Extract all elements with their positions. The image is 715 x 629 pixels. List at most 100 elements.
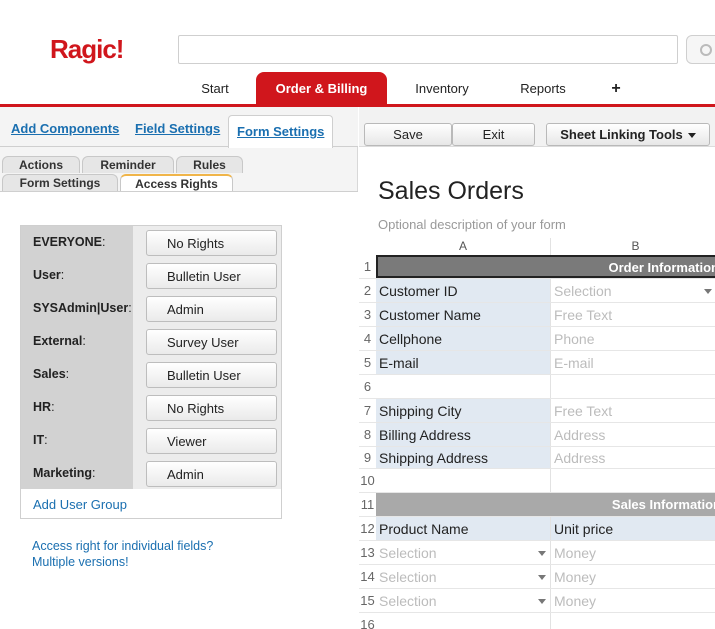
search-input[interactable] — [178, 35, 678, 64]
row-number: 12 — [359, 517, 376, 540]
field-input[interactable]: Money — [551, 565, 715, 588]
tab-start[interactable]: Start — [180, 72, 250, 105]
empty-cell[interactable] — [376, 375, 551, 398]
group-label: Sales: — [33, 367, 70, 381]
field-label[interactable]: Cellphone — [376, 327, 551, 350]
table-row: 15 Selection Money — [359, 589, 715, 613]
tab-field-settings[interactable]: Field Settings — [135, 121, 220, 136]
table-row: 13 Selection Money — [359, 541, 715, 565]
access-right-button[interactable]: Bulletin User — [146, 263, 277, 289]
field-input[interactable]: E-mail — [551, 351, 715, 374]
column-header-b: B — [551, 238, 715, 255]
access-right-button[interactable]: Survey User — [146, 329, 277, 355]
access-right-button[interactable]: Viewer — [146, 428, 277, 454]
chevron-down-icon — [704, 289, 712, 294]
tab-rules[interactable]: Rules — [176, 156, 243, 173]
section-header[interactable]: Sales Information — [376, 493, 715, 516]
tab-add-components[interactable]: Add Components — [11, 121, 119, 136]
search-icon — [700, 44, 712, 56]
row-number: 6 — [359, 375, 376, 398]
tab-inventory[interactable]: Inventory — [400, 72, 484, 105]
empty-cell[interactable] — [551, 613, 715, 629]
empty-cell[interactable] — [551, 469, 715, 492]
field-input[interactable]: Address — [551, 447, 715, 468]
field-input[interactable]: Free Text — [551, 399, 715, 422]
table-row: 3 Customer Name Free Text — [359, 303, 715, 327]
access-right-button[interactable]: Admin — [146, 296, 277, 322]
field-label[interactable]: Shipping City — [376, 399, 551, 422]
field-input[interactable]: Address — [551, 423, 715, 446]
access-rights-table: EVERYONE: User: SYSAdmin|User: External:… — [20, 225, 282, 519]
tab-form-settings-sub[interactable]: Form Settings — [2, 174, 118, 191]
access-right-button[interactable]: No Rights — [146, 230, 277, 256]
add-tab-button[interactable]: + — [600, 72, 632, 105]
user-group-column: EVERYONE: User: SYSAdmin|User: External:… — [21, 226, 133, 489]
table-row: 14 Selection Money — [359, 565, 715, 589]
group-label: IT: — [33, 433, 48, 447]
field-label[interactable]: Shipping Address — [376, 447, 551, 468]
row-number: 15 — [359, 589, 376, 612]
field-placeholder: Selection — [379, 593, 437, 609]
group-label: SYSAdmin|User: — [33, 301, 132, 315]
table-row: 6 — [359, 375, 715, 399]
form-preview: Save Exit Sheet Linking Tools Sales Orde… — [359, 107, 715, 629]
field-label[interactable]: Product Name — [376, 517, 551, 540]
field-label[interactable]: Billing Address — [376, 423, 551, 446]
multiple-versions-link[interactable]: Multiple versions! — [32, 555, 129, 569]
access-right-button[interactable]: Bulletin User — [146, 362, 277, 388]
column-header-a: A — [376, 238, 551, 255]
tab-reports[interactable]: Reports — [508, 72, 578, 105]
access-right-button[interactable]: Admin — [146, 461, 277, 487]
form-description[interactable]: Optional description of your form — [378, 217, 566, 232]
field-access-help-link[interactable]: Access right for individual fields? — [32, 539, 213, 553]
row-number: 4 — [359, 327, 376, 350]
field-input[interactable]: Free Text — [551, 303, 715, 326]
field-input[interactable]: Phone — [551, 327, 715, 350]
group-label: User: — [33, 268, 65, 282]
empty-cell[interactable] — [551, 375, 715, 398]
field-label[interactable]: E-mail — [376, 351, 551, 374]
row-number: 10 — [359, 469, 376, 492]
table-row: 16 — [359, 613, 715, 629]
main-tabs: Start Order & Billing Inventory Reports … — [0, 72, 715, 106]
tab-reminder[interactable]: Reminder — [82, 156, 174, 173]
field-input[interactable]: Money — [551, 541, 715, 564]
field-input[interactable]: Selection — [376, 541, 551, 564]
field-placeholder: Selection — [554, 283, 612, 299]
table-row: 5 E-mail E-mail — [359, 351, 715, 375]
tab-access-rights[interactable]: Access Rights — [120, 174, 233, 191]
field-input[interactable]: Selection — [551, 279, 715, 302]
row-number: 5 — [359, 351, 376, 374]
form-title[interactable]: Sales Orders — [378, 177, 524, 206]
search-button[interactable] — [686, 35, 715, 64]
table-row: 10 — [359, 469, 715, 493]
empty-cell[interactable] — [376, 613, 551, 629]
row-number: 1 — [359, 255, 376, 278]
tab-order-billing[interactable]: Order & Billing — [256, 72, 387, 105]
design-tabs: Add Components Field Settings Form Setti… — [0, 107, 358, 148]
group-label: Marketing: — [33, 466, 96, 480]
tab-actions[interactable]: Actions — [2, 156, 80, 173]
access-right-button[interactable]: No Rights — [146, 395, 277, 421]
form-toolbar: Save Exit Sheet Linking Tools — [359, 107, 715, 147]
section-header[interactable]: Order Information — [376, 255, 715, 278]
table-row: 12 Product Name Unit price — [359, 517, 715, 541]
design-panel: Add Components Field Settings Form Setti… — [0, 107, 358, 629]
sheet-linking-tools-button[interactable]: Sheet Linking Tools — [546, 123, 710, 146]
row-number: 8 — [359, 423, 376, 446]
exit-button[interactable]: Exit — [452, 123, 535, 146]
field-input[interactable]: Money — [551, 589, 715, 612]
sheet-linking-label: Sheet Linking Tools — [560, 127, 683, 142]
empty-cell[interactable] — [376, 469, 551, 492]
field-label[interactable]: Unit price — [551, 517, 715, 540]
field-label[interactable]: Customer Name — [376, 303, 551, 326]
row-number: 3 — [359, 303, 376, 326]
field-input[interactable]: Selection — [376, 565, 551, 588]
add-user-group-link[interactable]: Add User Group — [33, 497, 127, 512]
tab-form-settings[interactable]: Form Settings — [228, 115, 334, 148]
save-button[interactable]: Save — [364, 123, 452, 146]
field-label[interactable]: Customer ID — [376, 279, 551, 302]
field-input[interactable]: Selection — [376, 589, 551, 612]
row-number: 11 — [359, 493, 376, 516]
chevron-down-icon — [687, 133, 696, 139]
